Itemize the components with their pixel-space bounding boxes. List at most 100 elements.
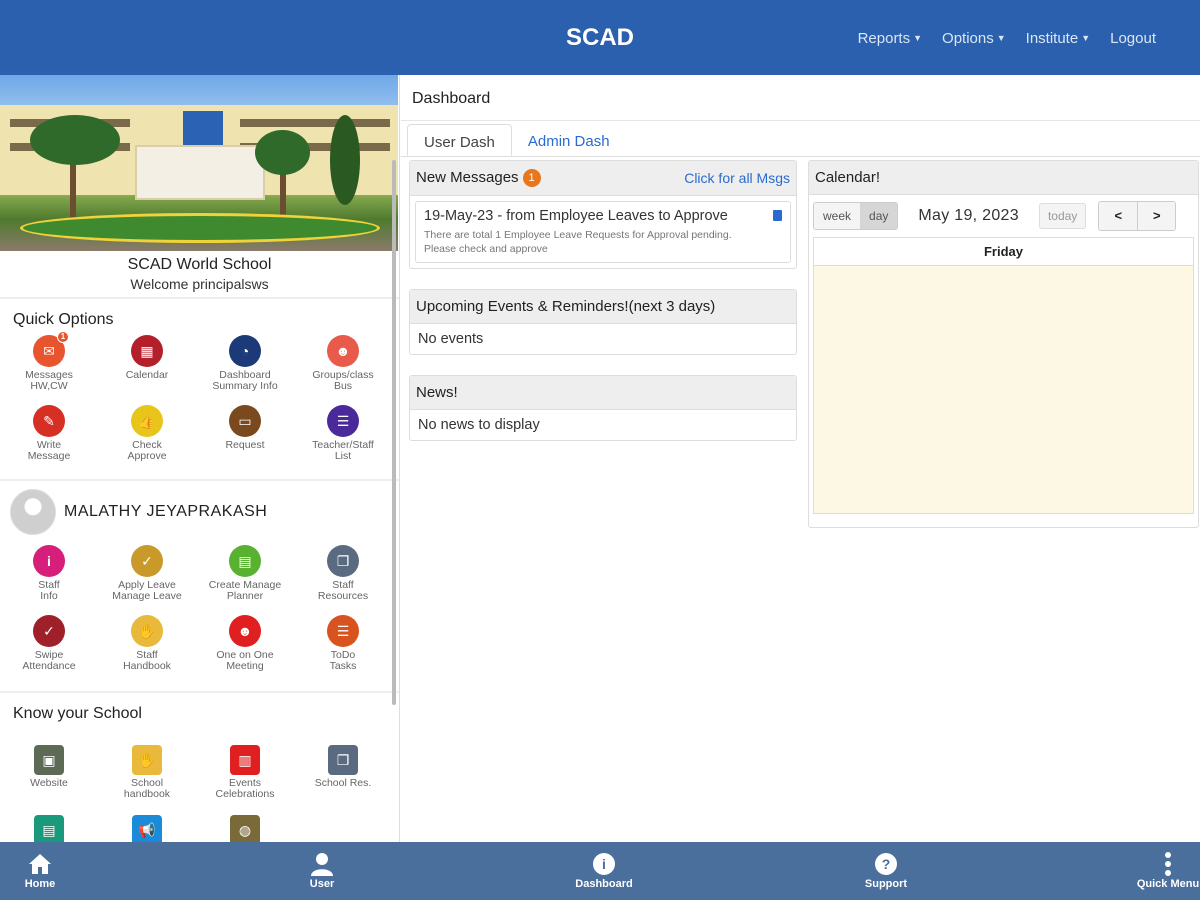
user-name: MALATHY JEYAPRAKASH — [64, 503, 268, 520]
notification-badge: 1 — [57, 331, 69, 343]
calendar-nav-buttons: < > — [1098, 201, 1177, 231]
message-title: 19-May-23 - from Employee Leaves to Appr… — [424, 208, 728, 224]
staff-options-item[interactable]: ☻ One on One Meeting — [196, 615, 294, 685]
top-nav-menu: Reports ▼ Options ▼ Institute ▼ Logout — [858, 30, 1156, 47]
tab-admin-dash[interactable]: Admin Dash — [512, 124, 626, 156]
quick-options-label: Calendar — [125, 369, 169, 381]
quick-options-label: Groups/class Bus — [312, 369, 374, 392]
avatar[interactable] — [10, 489, 56, 535]
bottom-nav-dashboard[interactable]: i Dashboard — [574, 852, 634, 890]
quick-options-label: Messages HW,CW — [25, 369, 73, 392]
banner-tree — [330, 115, 360, 205]
banner-sign — [183, 111, 223, 145]
quick-options-label: Dashboard Summary Info — [212, 369, 278, 392]
calendar-view-toggle: week day — [813, 202, 899, 230]
top-navbar: SCAD Reports ▼ Options ▼ Institute ▼ Logout — [0, 0, 1200, 75]
welcome-text: Welcome principalsws — [130, 276, 269, 292]
staff-options-item[interactable]: i Staff Info — [0, 545, 98, 615]
events-body: No events — [418, 331, 484, 347]
nav-institute[interactable]: Institute ▼ — [1026, 30, 1090, 47]
quick-options-item[interactable]: 👍 Check Approve — [98, 405, 196, 475]
know-options-item[interactable]: ◍ — [196, 815, 294, 842]
staff-options-item[interactable]: ✓ Swipe Attendance — [0, 615, 98, 685]
help-icon: ? — [874, 852, 898, 876]
staff-options-item[interactable]: ▤ Create Manage Planner — [196, 545, 294, 615]
quick-options-item[interactable]: ▭ Request — [196, 405, 294, 475]
document-icon[interactable] — [773, 210, 782, 221]
events-card: Upcoming Events & Reminders!(next 3 days… — [409, 289, 797, 355]
know-options-item[interactable]: ▤ — [0, 815, 98, 842]
bottom-nav-quick-menu-label: Quick Menu — [1136, 878, 1200, 890]
know-options-item[interactable]: 📢 — [98, 815, 196, 842]
nav-options[interactable]: Options ▼ — [942, 30, 1006, 47]
staff-options-label: One on One Meeting — [216, 649, 274, 672]
staff-options-item[interactable]: ✓ Apply Leave Manage Leave — [98, 545, 196, 615]
quick-options-item[interactable]: ✉ 1 Messages HW,CW — [0, 331, 98, 405]
events-icon: ▥ — [230, 745, 260, 775]
chevron-right-icon[interactable]: > — [1137, 202, 1176, 230]
staff-options-item[interactable]: ☰ ToDo Tasks — [294, 615, 392, 685]
news-card: News! No news to display — [409, 375, 797, 441]
caret-down-icon: ▼ — [996, 33, 1006, 43]
home-icon — [28, 852, 52, 876]
know-school-grid: ▣ Website ✋ School handbook ▥ Events Celebrat… — [0, 745, 399, 842]
message-item[interactable]: 19-May-23 - from Employee Leaves to Appr… — [415, 201, 791, 263]
staff-options-item[interactable]: ✋ Staff Handbook — [98, 615, 196, 685]
quick-options-panel: Quick Options ✉ 1 Messages HW,CW ▦ Calendar ◔… — [0, 297, 399, 475]
info-icon: i — [592, 852, 616, 876]
bottom-nav-support[interactable]: ? Support — [856, 852, 916, 890]
know-options-item[interactable]: ▣ Website — [0, 745, 98, 815]
know-options-item[interactable]: ▥ Events Celebrations — [196, 745, 294, 815]
pencil-icon: ✎ — [33, 405, 65, 437]
staff-options-label: Staff Info — [38, 579, 60, 602]
help-glyph: ? — [875, 853, 897, 875]
know-school-panel: Know your School ▣ Website ✋ School handboo… — [0, 691, 399, 842]
calendar-day-header: Friday — [813, 237, 1194, 266]
quick-options-label: Teacher/Staff List — [312, 439, 374, 462]
calendar-day-slot[interactable] — [813, 266, 1194, 514]
quick-options-item[interactable]: ☻ Groups/class Bus — [294, 335, 392, 405]
quick-options-item[interactable]: ◔ Dashboard Summary Info — [196, 335, 294, 405]
quick-options-title: Quick Options — [13, 311, 114, 328]
bottom-nav-quick-menu[interactable]: Quick Menu — [1136, 852, 1200, 890]
know-options-item[interactable]: ❐ School Res. — [294, 745, 392, 815]
quick-options-label: Check Approve — [127, 439, 167, 462]
calendar-card: Calendar! week day May 19, 2023 today < … — [808, 160, 1199, 528]
main-content: Dashboard User Dash Admin Dash New Messa… — [401, 75, 1200, 842]
megaphone-icon: 📢 — [132, 815, 162, 842]
handshake-icon: ✋ — [131, 615, 163, 647]
staff-options-label: Swipe Attendance — [22, 649, 76, 672]
banner-portico — [135, 145, 265, 200]
quick-options-item[interactable]: ✎ Write Message — [0, 405, 98, 475]
bottom-nav-user[interactable]: User — [292, 852, 352, 890]
kebab-menu-icon — [1156, 852, 1180, 876]
nav-reports[interactable]: Reports ▼ — [858, 30, 922, 47]
news-body: No news to display — [418, 417, 540, 433]
quick-options-item[interactable]: ☰ Teacher/Staff List — [294, 405, 392, 475]
quick-options-item[interactable]: ▦ Calendar — [98, 335, 196, 405]
today-button[interactable]: today — [1038, 203, 1087, 229]
calendar-date: May 19, 2023 — [918, 207, 1019, 224]
dashboard-tabs: User Dash Admin Dash — [401, 124, 1200, 157]
nav-logout[interactable]: Logout — [1110, 30, 1156, 47]
sidebar-scrollbar[interactable] — [392, 160, 396, 705]
day-view-button[interactable]: day — [860, 203, 898, 229]
staff-options-label: Staff Handbook — [123, 649, 171, 672]
know-options-item[interactable]: ✋ School handbook — [98, 745, 196, 815]
news-card-header: News! — [410, 376, 796, 410]
know-school-title: Know your School — [13, 705, 142, 722]
events-card-header: Upcoming Events & Reminders!(next 3 days… — [410, 290, 796, 324]
school-name: SCAD World School — [127, 256, 272, 273]
week-view-button[interactable]: week — [814, 203, 861, 229]
group-icon: ☻ — [327, 335, 359, 367]
nav-reports-label: Reports — [857, 30, 911, 47]
tab-user-dash[interactable]: User Dash — [407, 124, 512, 156]
bottom-nav: Home User i Dashboard ? Support Quick Me… — [0, 842, 1200, 900]
bottom-nav-home[interactable]: Home — [10, 852, 70, 890]
chevron-left-icon[interactable]: < — [1099, 202, 1138, 230]
all-messages-link[interactable]: Click for all Msgs — [684, 170, 790, 186]
staff-options-item[interactable]: ❐ Staff Resources — [294, 545, 392, 615]
user-profile-row: MALATHY JEYAPRAKASH — [0, 479, 399, 543]
table-icon: ▤ — [34, 815, 64, 842]
caret-down-icon: ▼ — [1081, 33, 1091, 43]
